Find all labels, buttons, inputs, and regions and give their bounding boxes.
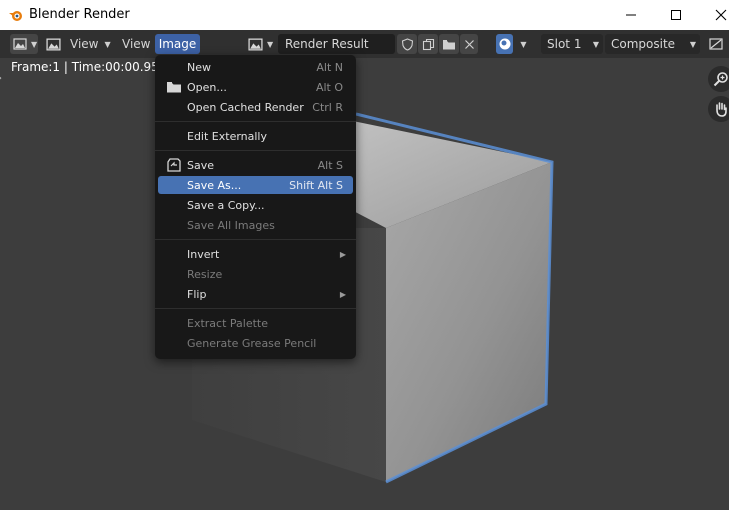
zoom-icon <box>713 72 728 87</box>
window-title: Blender Render <box>29 7 130 22</box>
menu-item-label: Save As... <box>187 178 242 192</box>
maximize-button[interactable] <box>666 5 686 25</box>
close-icon <box>464 39 474 49</box>
minimize-icon <box>626 14 636 16</box>
view-mode-label: View <box>70 37 99 51</box>
menu-separator <box>155 308 356 309</box>
menu-item-invert[interactable]: Invert ▶ <box>158 245 353 263</box>
chevron-down-icon: ▼ <box>104 39 111 49</box>
image-menu-dropdown: New Alt N Open... Alt O Open Cached Rend… <box>155 55 356 359</box>
image-icon <box>248 38 263 50</box>
menu-item-extract-palette: Extract Palette <box>158 314 353 332</box>
image-icon <box>709 38 723 50</box>
menu-item-label: Save <box>187 158 215 172</box>
menu-item-shortcut: Alt N <box>316 60 343 74</box>
maximize-icon <box>671 10 681 20</box>
shield-icon <box>401 37 413 51</box>
view-menu[interactable]: View <box>116 34 156 54</box>
display-channels-icon <box>499 38 510 50</box>
menu-item-label: Generate Grease Pencil <box>187 336 317 350</box>
chevron-down-icon: ▼ <box>689 39 696 49</box>
overlay-button[interactable] <box>709 34 729 54</box>
menu-item-shortcut: Alt S <box>317 158 343 172</box>
menu-item-label: Save a Copy... <box>187 198 265 212</box>
chevron-down-icon: ▼ <box>31 39 38 49</box>
menu-item-shortcut: Ctrl R <box>312 100 343 114</box>
menu-item-generate-grease-pencil: Generate Grease Pencil <box>158 334 353 352</box>
menu-item-label: Invert <box>187 247 220 261</box>
menu-item-label: Save All Images <box>187 218 275 232</box>
chevron-down-icon: ▼ <box>267 39 274 49</box>
folder-icon <box>443 39 455 49</box>
hand-icon <box>716 102 727 117</box>
open-folder-button[interactable] <box>439 34 459 54</box>
zoom-button[interactable] <box>708 66 729 92</box>
image-viewport[interactable]: Frame:1 | Time:00:00.95 | M › <box>0 58 729 510</box>
sidebar-toggle-arrow[interactable]: › <box>0 73 2 84</box>
window-titlebar: Blender Render <box>0 0 729 30</box>
menu-item-label: Edit Externally <box>187 129 268 143</box>
slot-label: Slot 1 <box>547 37 582 51</box>
unlink-image-button[interactable] <box>460 34 478 54</box>
chevron-down-icon: ▼ <box>592 39 599 49</box>
menu-item-edit-externally[interactable]: Edit Externally <box>158 127 353 145</box>
menu-item-shortcut: Shift Alt S <box>289 178 343 192</box>
image-name-field[interactable]: Render Result <box>278 34 395 54</box>
display-channels-button[interactable] <box>496 34 513 54</box>
menu-item-label: New <box>187 60 211 74</box>
menu-item-label: Open... <box>187 80 227 94</box>
folder-icon <box>167 82 181 93</box>
view-mode-dropdown[interactable]: View ▼ <box>46 34 111 54</box>
menu-item-new[interactable]: New Alt N <box>158 58 353 76</box>
menu-item-label: Open Cached Render <box>187 100 304 114</box>
render-image <box>192 108 554 484</box>
editor-type-button[interactable]: ▼ <box>10 34 38 54</box>
close-icon <box>715 9 727 21</box>
menu-item-shortcut: Alt O <box>315 80 343 94</box>
browse-image-button[interactable]: ▼ <box>248 34 273 54</box>
chevron-down-icon: ▼ <box>520 39 527 49</box>
menu-item-open[interactable]: Open... Alt O <box>158 78 353 96</box>
menu-item-save-as[interactable]: Save As... Shift Alt S <box>158 176 353 194</box>
menu-item-save-all-images: Save All Images <box>158 216 353 234</box>
menu-separator <box>155 150 356 151</box>
menu-item-label: Flip <box>187 287 207 301</box>
menu-separator <box>155 121 356 122</box>
image-icon <box>46 38 61 50</box>
pan-button[interactable] <box>708 96 729 122</box>
blender-logo-icon <box>9 11 22 21</box>
menu-item-save-a-copy[interactable]: Save a Copy... <box>158 196 353 214</box>
layer-label: Composite <box>611 37 676 51</box>
image-menu[interactable]: Image <box>155 34 200 54</box>
layer-dropdown[interactable]: Composite ▼ <box>605 34 700 54</box>
menu-item-label: Extract Palette <box>187 316 268 330</box>
submenu-arrow-icon: ▶ <box>339 249 346 259</box>
menu-item-open-cached-render[interactable]: Open Cached Render Ctrl R <box>158 98 353 116</box>
menu-item-save[interactable]: Save Alt S <box>158 156 353 174</box>
image-editor-header: ▼ View ▼ View Image ▼ Render Result ▼ Sl… <box>0 30 729 58</box>
menu-separator <box>155 239 356 240</box>
menu-item-flip[interactable]: Flip ▶ <box>158 285 353 303</box>
duplicate-button[interactable] <box>418 34 438 54</box>
duplicate-icon <box>422 38 434 50</box>
minimize-button[interactable] <box>621 5 641 25</box>
submenu-arrow-icon: ▶ <box>339 289 346 299</box>
image-editor-icon <box>13 38 27 50</box>
close-button[interactable] <box>711 5 729 25</box>
save-file-icon <box>167 158 181 172</box>
slot-dropdown[interactable]: Slot 1 ▼ <box>541 34 603 54</box>
display-channels-dropdown[interactable]: ▼ <box>515 34 532 54</box>
menu-item-label: Resize <box>187 267 223 281</box>
fake-user-button[interactable] <box>397 34 417 54</box>
menu-item-resize: Resize <box>158 265 353 283</box>
